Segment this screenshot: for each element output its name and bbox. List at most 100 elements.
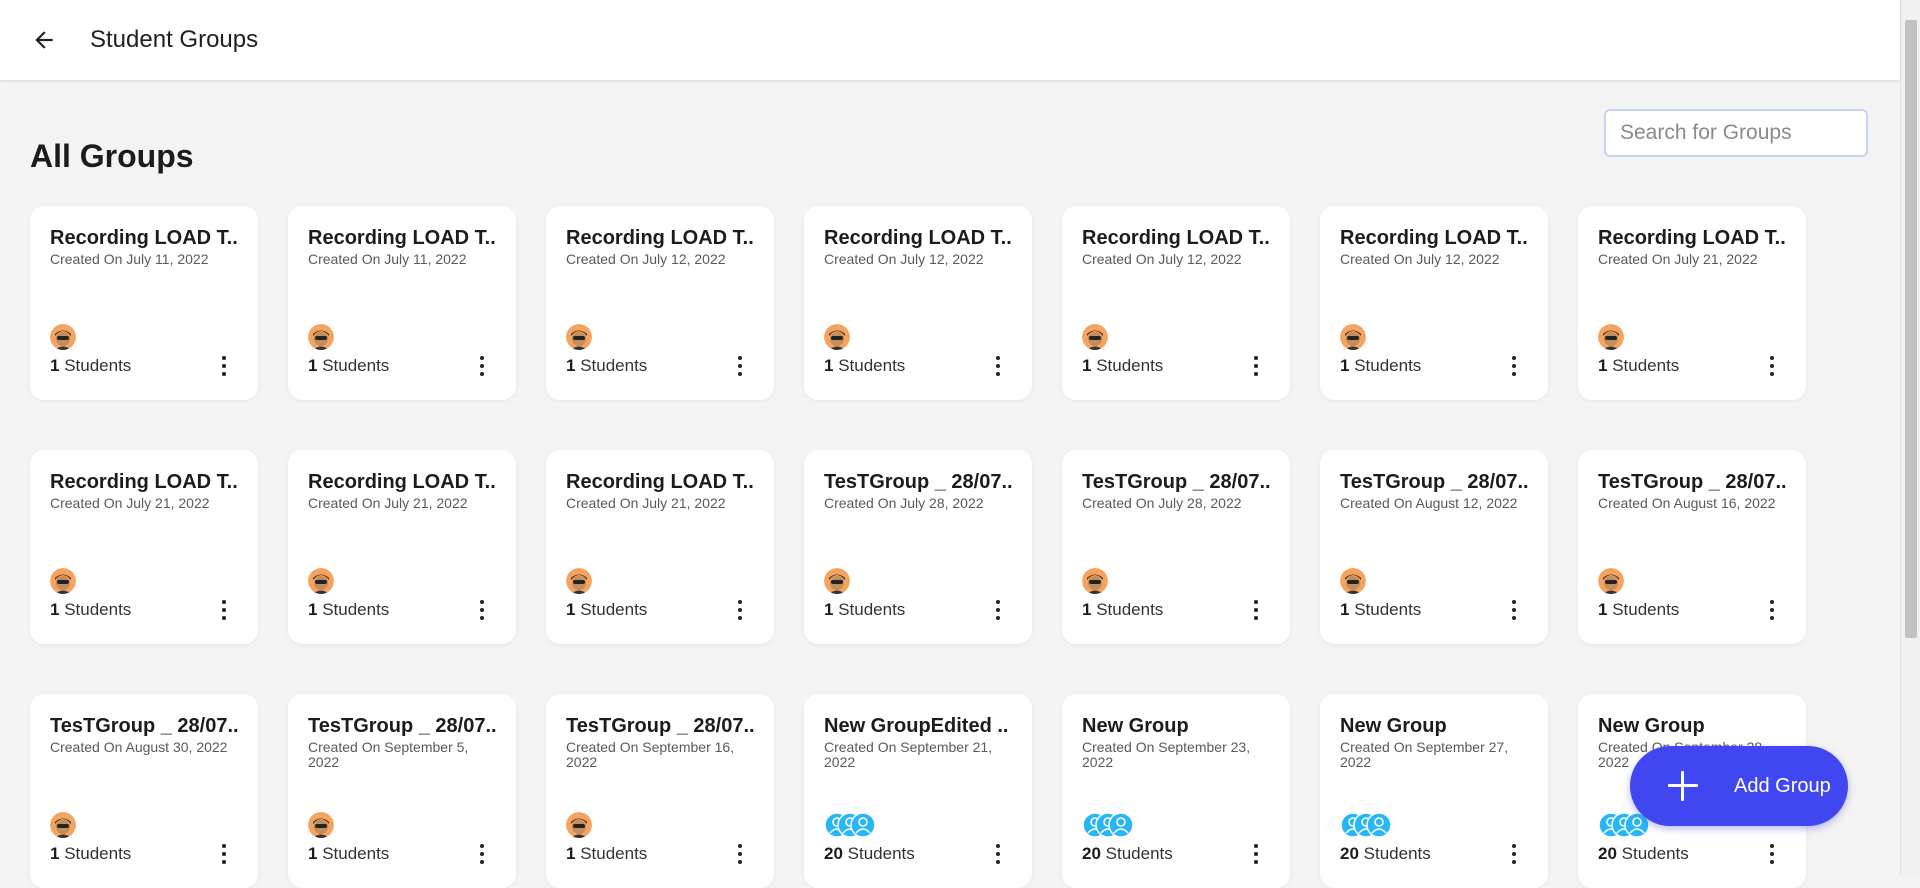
student-count-label: Students — [59, 600, 132, 619]
menu-dot — [738, 860, 742, 864]
more-vert-icon[interactable] — [732, 842, 748, 866]
group-title: Recording LOAD T.. — [824, 227, 1012, 249]
group-title: TesTGroup _ 28/07.. — [824, 471, 1012, 493]
group-title: TesTGroup _ 28/07.. — [1340, 471, 1528, 493]
more-vert-icon[interactable] — [216, 598, 232, 622]
menu-dot — [996, 356, 1000, 360]
add-group-label: Add Group — [1734, 774, 1831, 797]
group-card[interactable]: TesTGroup _ 28/07.. Created On August 16,… — [1578, 450, 1806, 644]
group-title: Recording LOAD T.. — [566, 227, 754, 249]
person-avatar-icon — [566, 568, 592, 594]
more-vert-icon[interactable] — [1764, 598, 1780, 622]
group-card[interactable]: TesTGroup _ 28/07.. Created On July 28, 2… — [804, 450, 1032, 644]
more-vert-icon[interactable] — [1506, 842, 1522, 866]
menu-dot — [738, 364, 742, 368]
group-card[interactable]: New Group Created On September 23, 2022 20… — [1062, 694, 1290, 888]
scrollbar[interactable] — [1900, 0, 1920, 875]
group-created-date: Created On August 16, 2022 — [1598, 495, 1776, 511]
group-card[interactable]: Recording LOAD T.. Created On July 12, 20… — [1320, 206, 1548, 400]
more-vert-icon[interactable] — [474, 598, 490, 622]
student-count: 1 Students — [1082, 600, 1163, 620]
more-vert-icon[interactable] — [1506, 598, 1522, 622]
menu-dot — [1512, 356, 1516, 360]
menu-dot — [996, 600, 1000, 604]
group-card[interactable]: TesTGroup _ 28/07.. Created On August 30,… — [30, 694, 258, 888]
student-count-label: Students — [833, 600, 906, 619]
menu-dot — [222, 844, 226, 848]
avatar-stack — [1082, 812, 1134, 838]
group-card[interactable]: Recording LOAD T.. Created On July 21, 20… — [288, 450, 516, 644]
more-vert-icon[interactable] — [732, 598, 748, 622]
group-card[interactable]: New GroupEdited .. Created On September 2… — [804, 694, 1032, 888]
section-title: All Groups — [30, 138, 194, 174]
more-vert-icon[interactable] — [216, 842, 232, 866]
menu-dot — [222, 600, 226, 604]
avatar-stack — [50, 812, 76, 838]
more-vert-icon[interactable] — [1506, 354, 1522, 378]
more-vert-icon[interactable] — [1248, 842, 1264, 866]
more-vert-icon[interactable] — [990, 354, 1006, 378]
group-title: Recording LOAD T.. — [50, 471, 238, 493]
group-created-date: Created On July 28, 2022 — [1082, 495, 1242, 511]
more-vert-icon[interactable] — [1764, 842, 1780, 866]
student-count-number: 20 — [1082, 844, 1101, 863]
student-count-label: Students — [59, 844, 132, 863]
group-card[interactable]: TesTGroup _ 28/07.. Created On July 28, 2… — [1062, 450, 1290, 644]
group-card[interactable]: Recording LOAD T.. Created On July 12, 20… — [804, 206, 1032, 400]
more-vert-icon[interactable] — [990, 598, 1006, 622]
group-card[interactable]: Recording LOAD T.. Created On July 21, 20… — [546, 450, 774, 644]
group-card[interactable]: Recording LOAD T.. Created On July 21, 20… — [30, 450, 258, 644]
group-card[interactable]: Recording LOAD T.. Created On July 21, 20… — [1578, 206, 1806, 400]
group-card[interactable]: Recording LOAD T.. Created On July 11, 20… — [30, 206, 258, 400]
search-input[interactable] — [1604, 109, 1868, 157]
group-title: New Group — [1598, 715, 1705, 737]
groups-grid: Recording LOAD T.. Created On July 11, 20… — [30, 206, 1810, 888]
menu-dot — [480, 616, 484, 620]
student-count-label: Students — [1616, 844, 1689, 863]
page-header-title: Student Groups — [90, 26, 259, 53]
group-card[interactable]: Recording LOAD T.. Created On July 12, 20… — [546, 206, 774, 400]
menu-dot — [222, 372, 226, 376]
more-vert-icon[interactable] — [732, 354, 748, 378]
group-card[interactable]: Recording LOAD T.. Created On July 12, 20… — [1062, 206, 1290, 400]
group-card[interactable]: TesTGroup _ 28/07.. Created On September … — [546, 694, 774, 888]
more-vert-icon[interactable] — [1764, 354, 1780, 378]
menu-dot — [222, 852, 226, 856]
student-count: 20 Students — [1340, 844, 1431, 864]
student-count-label: Students — [1349, 600, 1422, 619]
menu-dot — [480, 844, 484, 848]
group-card[interactable]: Recording LOAD T.. Created On July 11, 20… — [288, 206, 516, 400]
group-created-date: Created On September 5, 2022 — [308, 739, 469, 770]
group-title: New Group — [1082, 715, 1189, 737]
more-vert-icon[interactable] — [474, 842, 490, 866]
menu-dot — [480, 356, 484, 360]
person-avatar-icon — [566, 812, 592, 838]
avatar-stack — [566, 568, 592, 594]
scrollbar-thumb[interactable] — [1905, 20, 1917, 638]
more-vert-icon[interactable] — [1248, 354, 1264, 378]
student-count: 1 Students — [1598, 600, 1679, 620]
more-vert-icon[interactable] — [474, 354, 490, 378]
person-avatar-icon — [824, 568, 850, 594]
avatar-stack — [566, 324, 592, 350]
person-avatar-icon — [308, 812, 334, 838]
group-created-date: Created On July 12, 2022 — [566, 251, 726, 267]
group-card[interactable]: New Group Created On September 27, 2022 20… — [1320, 694, 1548, 888]
more-vert-icon[interactable] — [1248, 598, 1264, 622]
person-avatar-icon — [50, 324, 76, 350]
student-count-number: 20 — [1340, 844, 1359, 863]
group-title: Recording LOAD T.. — [566, 471, 754, 493]
back-button[interactable] — [24, 20, 64, 60]
group-created-date: Created On September 16, 2022 — [566, 739, 735, 770]
menu-dot — [996, 372, 1000, 376]
add-group-button[interactable]: Add Group — [1630, 746, 1848, 826]
student-count-label: Students — [1091, 356, 1164, 375]
group-card[interactable]: TesTGroup _ 28/07.. Created On August 12,… — [1320, 450, 1548, 644]
menu-dot — [1512, 608, 1516, 612]
more-vert-icon[interactable] — [216, 354, 232, 378]
student-count: 20 Students — [1598, 844, 1689, 864]
menu-dot — [996, 860, 1000, 864]
menu-dot — [1770, 372, 1774, 376]
more-vert-icon[interactable] — [990, 842, 1006, 866]
group-card[interactable]: TesTGroup _ 28/07.. Created On September … — [288, 694, 516, 888]
